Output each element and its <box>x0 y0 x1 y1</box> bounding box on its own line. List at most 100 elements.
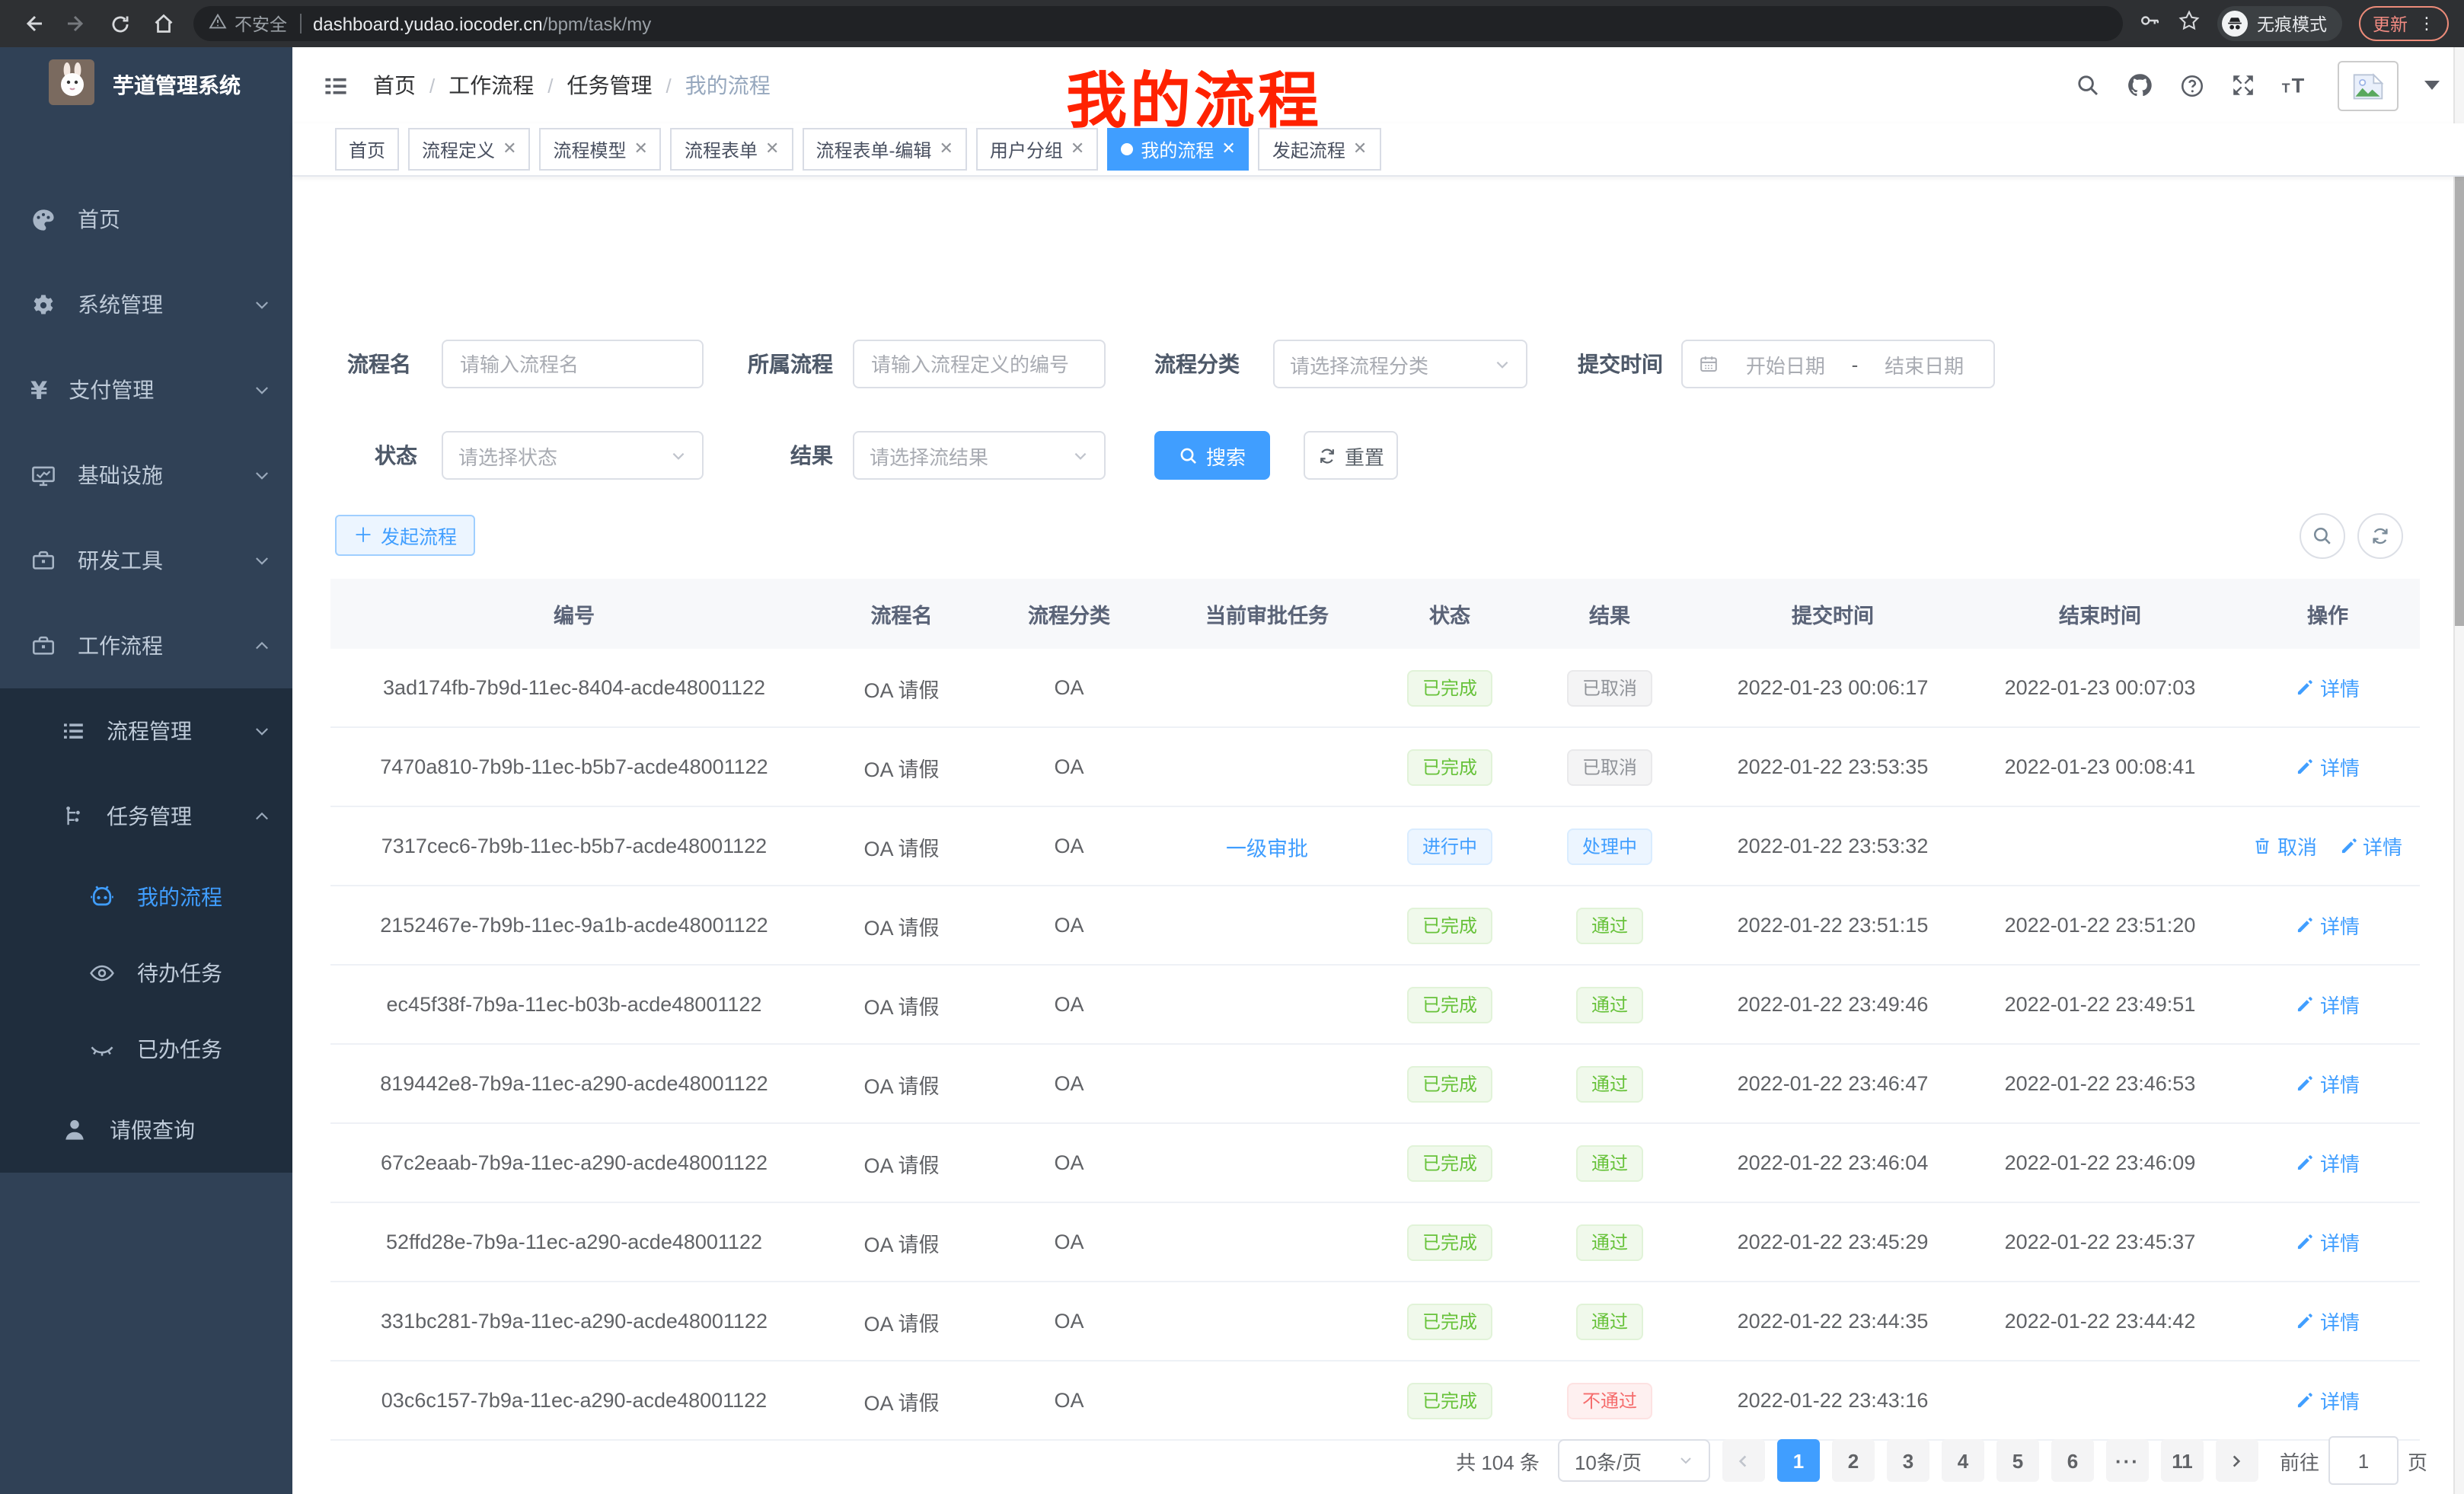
page-button-4[interactable]: 4 <box>1942 1439 1984 1482</box>
sidebar-item-任务管理[interactable]: 任务管理 <box>0 774 292 859</box>
font-size-icon[interactable]: TT <box>2281 73 2312 97</box>
sidebar-item-已办任务[interactable]: 已办任务 <box>0 1011 292 1087</box>
tab-流程定义[interactable]: 流程定义 ✕ <box>408 128 530 171</box>
close-icon[interactable]: ✕ <box>939 141 953 158</box>
url-bar[interactable]: 不安全 dashboard.yudao.iocoder.cn/bpm/task/… <box>193 6 2123 41</box>
table-search-button[interactable] <box>2300 513 2345 559</box>
search-icon[interactable] <box>2076 73 2100 97</box>
prev-page-button[interactable] <box>1722 1439 1765 1482</box>
sidebar-item-待办任务[interactable]: 待办任务 <box>0 935 292 1011</box>
detail-action[interactable]: 详情 <box>2296 1069 2360 1098</box>
sidebar-item-支付管理[interactable]: ¥ 支付管理 <box>0 347 292 433</box>
close-icon[interactable]: ✕ <box>634 141 648 158</box>
current-task-link[interactable]: 一级审批 <box>1226 837 1308 860</box>
list-icon <box>61 719 85 743</box>
sidebar-item-系统管理[interactable]: 系统管理 <box>0 262 292 347</box>
bookmark-star-icon[interactable] <box>2178 8 2201 39</box>
home-icon[interactable] <box>152 12 175 35</box>
edit-icon <box>2338 836 2358 856</box>
status-badge: 已完成 <box>1407 1382 1492 1419</box>
refresh-icon <box>1317 445 1337 465</box>
page-button-11[interactable]: 11 <box>2161 1439 2204 1482</box>
detail-action[interactable]: 详情 <box>2296 1386 2360 1415</box>
page-button-2[interactable]: 2 <box>1832 1439 1875 1482</box>
browser-menu-icon[interactable]: ⋮ <box>2418 14 2435 34</box>
tab-流程模型[interactable]: 流程模型 ✕ <box>540 128 662 171</box>
security-label[interactable]: 不安全 <box>235 11 287 36</box>
detail-action[interactable]: 详情 <box>2296 1227 2360 1256</box>
sidebar-item-研发工具[interactable]: 研发工具 <box>0 518 292 603</box>
sidebar-item-流程管理[interactable]: 流程管理 <box>0 688 292 774</box>
more-pages-icon[interactable]: ··· <box>2106 1439 2149 1482</box>
close-icon[interactable]: ✕ <box>1353 141 1367 158</box>
page-button-3[interactable]: 3 <box>1887 1439 1929 1482</box>
process-name-input[interactable] <box>442 340 704 388</box>
help-icon[interactable] <box>2179 72 2205 98</box>
category-select[interactable]: 请选择流程分类 <box>1273 340 1527 388</box>
submit-time-range[interactable]: 开始日期 - 结束日期 <box>1681 340 1995 388</box>
breadcrumb-home[interactable]: 首页 <box>373 70 416 101</box>
close-icon[interactable]: ✕ <box>765 141 779 158</box>
table-refresh-button[interactable] <box>2357 513 2403 559</box>
detail-action[interactable]: 详情 <box>2296 911 2360 940</box>
detail-action[interactable]: 详情 <box>2296 1148 2360 1177</box>
cell-status: 已完成 <box>1381 1282 1518 1361</box>
result-select[interactable]: 请选择流结果 <box>853 431 1106 480</box>
close-icon[interactable]: ✕ <box>503 141 516 158</box>
breadcrumb-workflow[interactable]: 工作流程 <box>448 70 534 101</box>
app-logo-row[interactable]: 芋道管理系统 <box>0 47 292 123</box>
page-button-5[interactable]: 5 <box>1996 1439 2039 1482</box>
close-icon[interactable]: ✕ <box>1071 141 1084 158</box>
cell-process-id: 2152467e-7b9b-11ec-9a1b-acde48001122 <box>330 886 818 965</box>
detail-action[interactable]: 详情 <box>2296 990 2360 1019</box>
create-process-button[interactable]: ＋ 发起流程 <box>335 515 475 556</box>
search-button[interactable]: 搜索 <box>1154 431 1270 480</box>
detail-action[interactable]: 详情 <box>2296 752 2360 781</box>
github-icon[interactable] <box>2126 72 2153 99</box>
page-size-select[interactable]: 10条/页 <box>1558 1439 1710 1482</box>
tab-流程表单[interactable]: 流程表单 ✕ <box>671 128 793 171</box>
key-icon[interactable] <box>2138 8 2161 39</box>
process-definition-input[interactable] <box>853 340 1106 388</box>
cell-submit-time: 2022-01-23 00:06:17 <box>1701 649 1964 727</box>
status-select[interactable]: 请选择状态 <box>442 431 704 480</box>
detail-action[interactable]: 详情 <box>2296 1307 2360 1336</box>
status-badge: 已完成 <box>1407 1065 1492 1102</box>
tab-首页[interactable]: 首页 <box>335 128 399 171</box>
tab-流程表单-编辑[interactable]: 流程表单-编辑 ✕ <box>802 128 966 171</box>
result-badge: 通过 <box>1576 986 1643 1023</box>
sidebar-item-label: 基础设施 <box>78 460 163 490</box>
detail-action[interactable]: 详情 <box>2296 673 2360 702</box>
scrollbar-thumb[interactable] <box>2455 169 2464 626</box>
avatar[interactable] <box>2338 60 2399 110</box>
edit-icon <box>2296 915 2316 935</box>
sidebar-item-基础设施[interactable]: 基础设施 <box>0 433 292 518</box>
forward-icon[interactable] <box>65 12 88 35</box>
start-date-placeholder[interactable]: 开始日期 <box>1732 350 1840 378</box>
cancel-action[interactable]: 取消 <box>2253 832 2317 860</box>
reset-button[interactable]: 重置 <box>1304 431 1398 480</box>
back-icon[interactable] <box>21 12 44 35</box>
sidebar-item-我的流程[interactable]: 我的流程 <box>0 859 292 935</box>
next-page-button[interactable] <box>2216 1439 2258 1482</box>
page-button-1[interactable]: 1 <box>1777 1439 1820 1482</box>
end-date-placeholder[interactable]: 结束日期 <box>1870 350 1978 378</box>
detail-action[interactable]: 详情 <box>2338 832 2402 860</box>
page-button-6[interactable]: 6 <box>2051 1439 2094 1482</box>
update-button[interactable]: 更新 ⋮ <box>2359 6 2449 41</box>
filter-result-label: 结果 <box>790 440 833 471</box>
user-icon <box>61 1116 88 1144</box>
sidebar-item-首页[interactable]: 首页 <box>0 177 292 262</box>
chevron-down-icon[interactable] <box>2424 81 2440 90</box>
fullscreen-icon[interactable] <box>2231 73 2255 97</box>
cell-result: 通过 <box>1518 965 1701 1044</box>
goto-page-input[interactable] <box>2328 1436 2399 1485</box>
breadcrumb-task[interactable]: 任务管理 <box>567 70 653 101</box>
scrollbar[interactable] <box>2453 47 2464 1494</box>
cell-category: OA <box>985 1123 1153 1202</box>
sidebar-item-请假查询[interactable]: 请假查询 <box>0 1087 292 1173</box>
sidebar-item-工作流程[interactable]: 工作流程 <box>0 603 292 688</box>
close-icon[interactable]: ✕ <box>1221 141 1235 158</box>
hamburger-icon[interactable] <box>292 72 349 98</box>
reload-icon[interactable] <box>110 13 131 34</box>
